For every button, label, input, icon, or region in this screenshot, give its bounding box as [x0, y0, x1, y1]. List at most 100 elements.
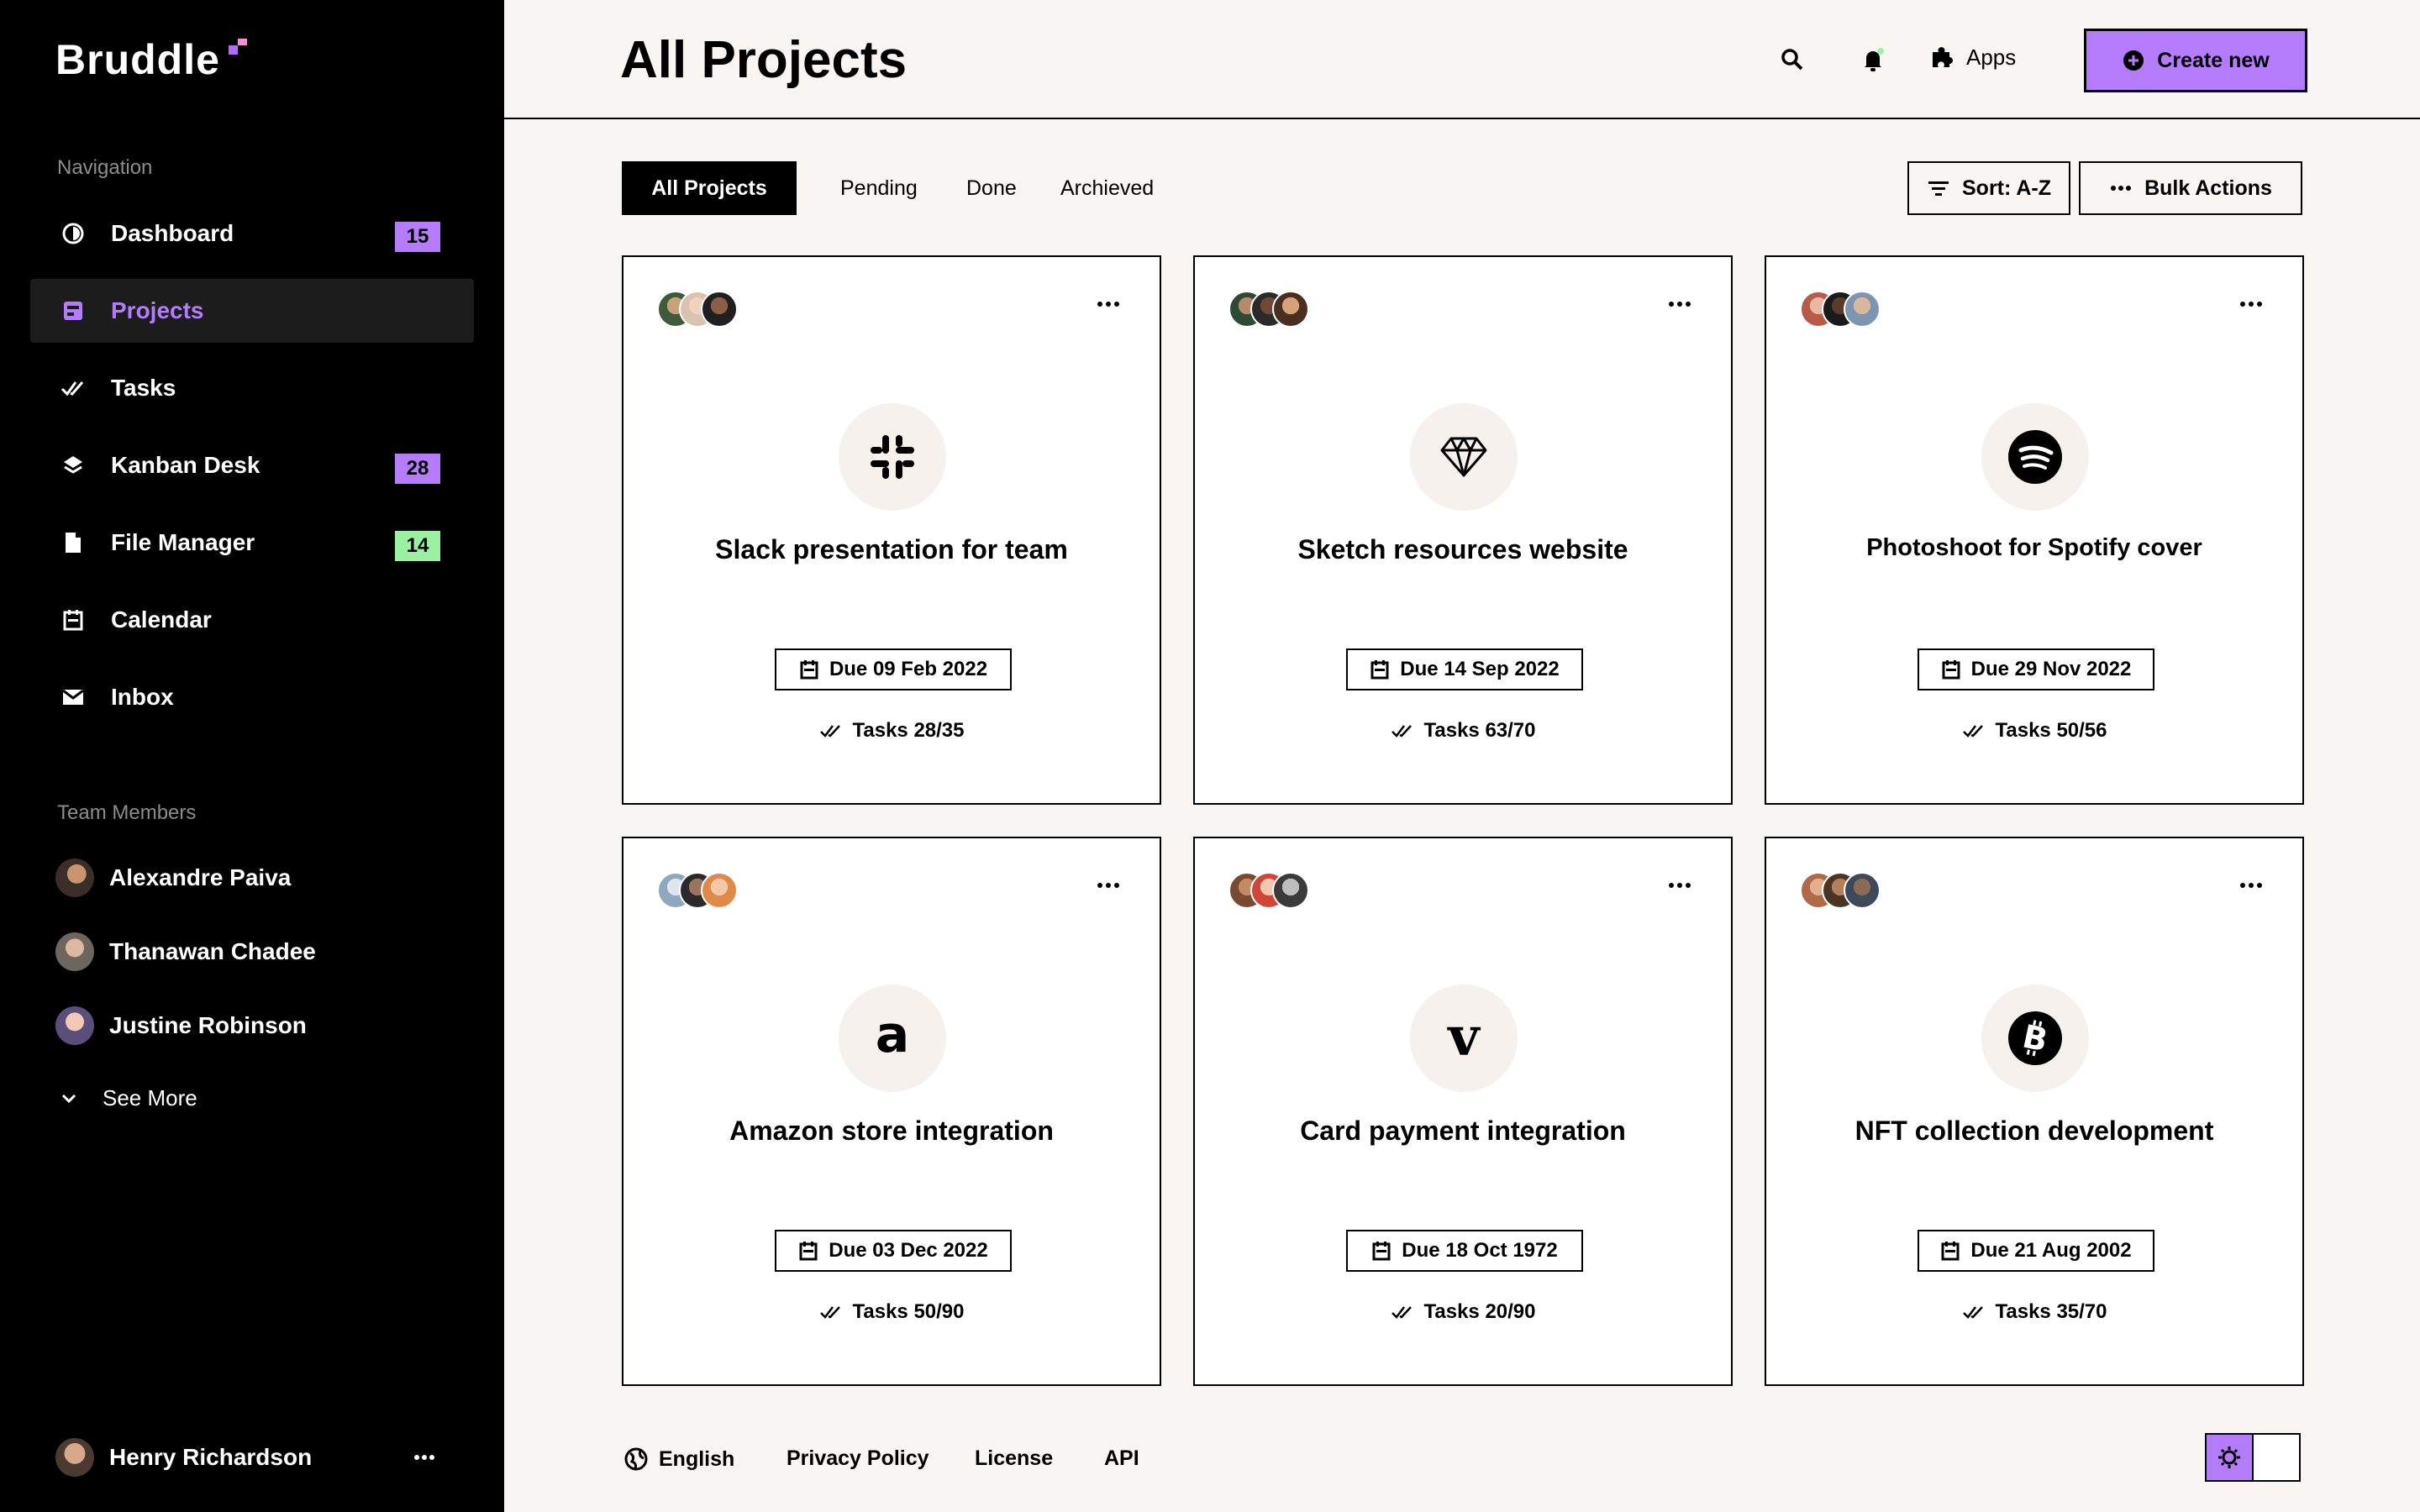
task-progress: Tasks 50/56	[1766, 719, 2302, 743]
bulk-actions-button[interactable]: Bulk Actions	[2079, 161, 2302, 215]
sidebar-item-inbox[interactable]: Inbox	[30, 665, 474, 729]
task-progress: Tasks 20/90	[1195, 1300, 1731, 1324]
team-member[interactable]: Alexandre Paiva	[55, 858, 291, 897]
sketch-icon	[1410, 403, 1518, 511]
project-card[interactable]: Sketch resources website Due 14 Sep 2022…	[1193, 255, 1733, 805]
sidebar-item-tasks[interactable]: Tasks	[30, 356, 474, 420]
kanban-badge: 28	[395, 454, 440, 484]
due-date-badge[interactable]: Due 18 Oct 1972	[1346, 1230, 1583, 1272]
more-icon[interactable]	[2238, 877, 2264, 894]
more-icon[interactable]	[1096, 296, 1121, 312]
task-progress: Tasks 28/35	[623, 719, 1160, 743]
due-date-badge[interactable]: Due 03 Dec 2022	[775, 1230, 1012, 1272]
project-title: NFT collection development	[1854, 1116, 2214, 1146]
project-card[interactable]: B NFT collection development Due 21 Aug …	[1765, 837, 2304, 1386]
avatar	[55, 932, 94, 971]
search-icon[interactable]	[1778, 45, 1807, 74]
moon-icon	[2274, 1448, 2283, 1467]
tab-pending[interactable]: Pending	[840, 161, 918, 215]
sun-icon	[2218, 1446, 2240, 1468]
due-date-badge[interactable]: Due 14 Sep 2022	[1346, 648, 1583, 690]
team-member[interactable]: Justine Robinson	[55, 1006, 307, 1045]
dark-mode-button[interactable]	[2254, 1435, 2299, 1480]
due-date-badge[interactable]: Due 09 Feb 2022	[775, 648, 1012, 690]
privacy-policy-link[interactable]: Privacy Policy	[786, 1446, 929, 1471]
header: All Projects Apps Create new	[504, 0, 2420, 119]
member-name: Justine Robinson	[109, 1012, 307, 1038]
due-date-label: Due 18 Oct 1972	[1402, 1239, 1558, 1262]
calendar-icon	[1372, 1242, 1391, 1261]
tasks-label: Tasks 35/70	[1995, 1300, 2107, 1323]
current-user[interactable]: Henry Richardson	[55, 1438, 312, 1477]
double-check-icon	[819, 1306, 840, 1319]
sidebar-item-projects[interactable]: Projects	[30, 279, 474, 343]
double-check-icon	[1391, 1306, 1412, 1319]
sidebar-item-kanban-desk[interactable]: Kanban Desk 28	[30, 433, 474, 497]
projects-icon	[60, 298, 86, 323]
sidebar-item-label: File Manager	[111, 529, 255, 555]
calendar-icon	[1941, 1242, 1960, 1261]
project-avatars	[657, 291, 738, 328]
license-link[interactable]: License	[975, 1446, 1053, 1471]
sidebar-item-file-manager[interactable]: File Manager 14	[30, 511, 474, 575]
more-icon[interactable]	[1667, 296, 1692, 312]
calendar-icon	[1942, 660, 1960, 680]
project-title: Photoshoot for Spotify cover	[1866, 534, 2202, 561]
sidebar-item-label: Projects	[111, 297, 204, 323]
project-title: Amazon store integration	[729, 1116, 1054, 1146]
project-card[interactable]: a Amazon store integration Due 03 Dec 20…	[622, 837, 1161, 1386]
see-more-button[interactable]: See More	[60, 1085, 197, 1111]
more-icon[interactable]	[2238, 296, 2264, 312]
calendar-icon	[1370, 660, 1389, 680]
bitcoin-icon: B	[1981, 984, 2089, 1092]
api-link[interactable]: API	[1104, 1446, 1139, 1471]
sidebar-item-label: Calendar	[111, 606, 212, 633]
sort-label: Sort: A-Z	[1962, 176, 2051, 200]
sidebar-item-calendar[interactable]: Calendar	[30, 588, 474, 652]
bell-icon[interactable]	[1859, 45, 1887, 74]
due-date-badge[interactable]: Due 29 Nov 2022	[1918, 648, 2154, 690]
project-title: Card payment integration	[1300, 1116, 1626, 1146]
dashboard-icon	[60, 221, 86, 246]
tab-all-projects[interactable]: All Projects	[622, 161, 797, 215]
tasks-label: Tasks 28/35	[852, 719, 965, 742]
project-card[interactable]: Photoshoot for Spotify cover Due 29 Nov …	[1765, 255, 2304, 805]
tab-done[interactable]: Done	[966, 161, 1017, 215]
double-check-icon	[1962, 1306, 1983, 1319]
double-check-icon	[819, 725, 840, 738]
member-name: Alexandre Paiva	[109, 864, 292, 890]
sidebar-item-label: Dashboard	[111, 220, 234, 246]
theme-toggle[interactable]	[2205, 1433, 2301, 1482]
team-section-title: Team Members	[57, 801, 197, 824]
language-label: English	[659, 1446, 735, 1471]
project-card[interactable]: Slack presentation for team Due 09 Feb 2…	[622, 255, 1161, 805]
tasks-label: Tasks 20/90	[1423, 1300, 1536, 1323]
logo-mark-icon	[229, 39, 247, 57]
sidebar-item-dashboard[interactable]: Dashboard 15	[30, 202, 474, 265]
create-new-button[interactable]: Create new	[2084, 29, 2307, 92]
see-more-label: See More	[103, 1085, 197, 1110]
sidebar-item-label: Kanban Desk	[111, 452, 260, 478]
current-user-name: Henry Richardson	[109, 1444, 313, 1470]
app-logo[interactable]: Bruddle	[55, 35, 220, 84]
apps-button[interactable]: Apps	[1929, 44, 2016, 71]
team-member[interactable]: Thanawan Chadee	[55, 932, 316, 971]
page-title: All Projects	[620, 31, 908, 89]
task-progress: Tasks 50/90	[623, 1300, 1160, 1324]
double-check-icon	[60, 375, 86, 401]
more-icon[interactable]	[412, 1445, 437, 1470]
avatar	[55, 858, 94, 897]
due-date-badge[interactable]: Due 21 Aug 2002	[1918, 1230, 2154, 1272]
light-mode-button[interactable]	[2207, 1435, 2254, 1480]
language-selector[interactable]: English	[623, 1446, 734, 1472]
project-avatars	[1800, 872, 1881, 909]
more-icon[interactable]	[1667, 877, 1692, 894]
puzzle-icon	[1933, 47, 1953, 67]
tasks-label: Tasks 50/90	[852, 1300, 965, 1323]
sort-button[interactable]: Sort: A-Z	[1907, 161, 2070, 215]
project-card[interactable]: v Card payment integration Due 18 Oct 19…	[1193, 837, 1733, 1386]
globe-icon	[624, 1447, 648, 1471]
tab-archived[interactable]: Archieved	[1060, 161, 1154, 215]
tasks-label: Tasks 50/56	[1995, 719, 2107, 742]
more-icon[interactable]	[1096, 877, 1121, 894]
